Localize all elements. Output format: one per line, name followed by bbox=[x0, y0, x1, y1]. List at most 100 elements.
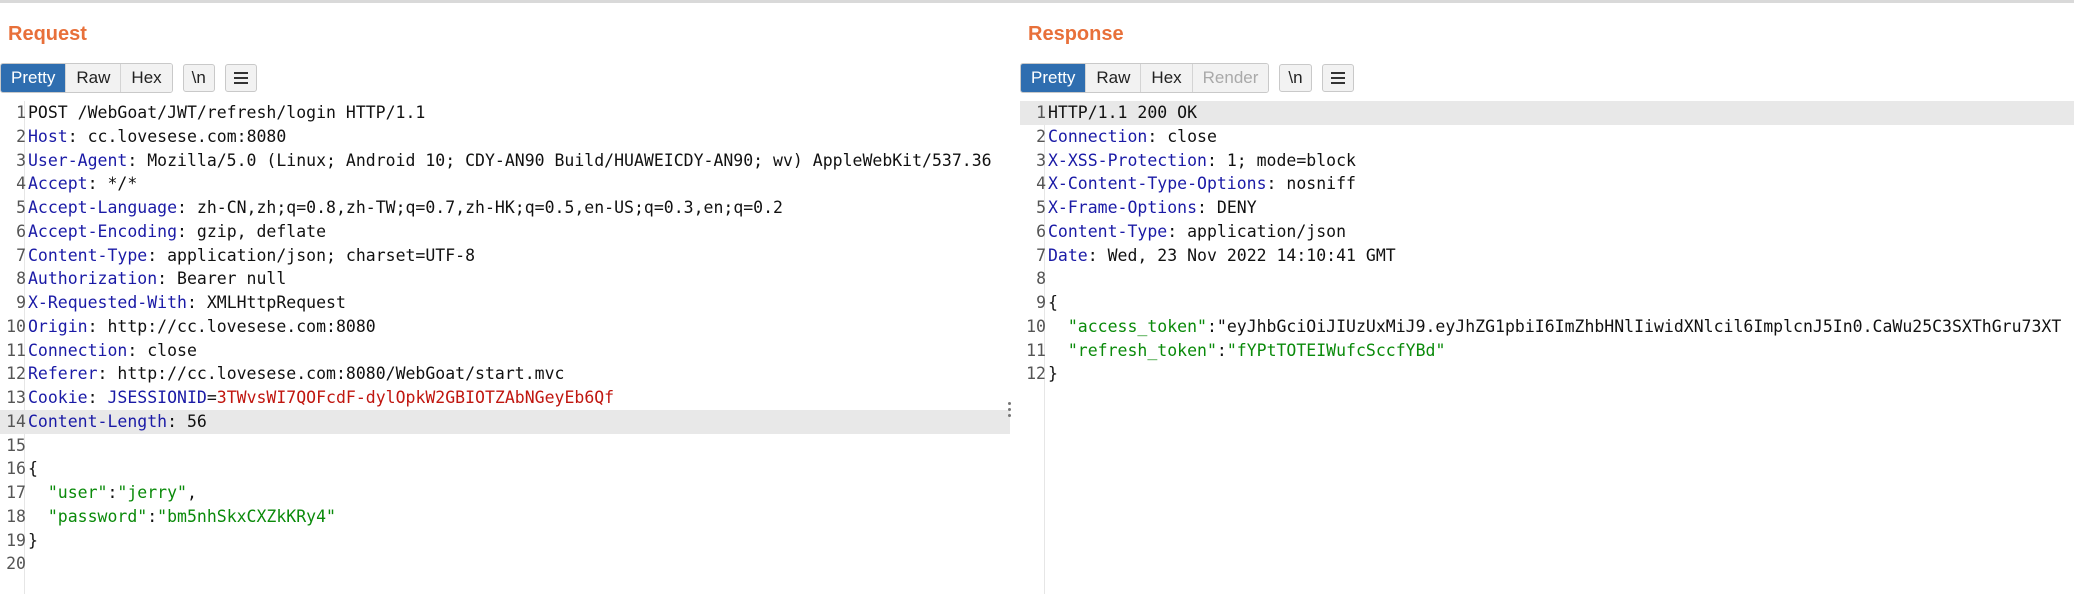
response-line-text: "access_token":"eyJhbGciOiJIUzUxMiJ9.eyJ… bbox=[1067, 316, 2062, 336]
request-view-tabs: Pretty Raw Hex bbox=[0, 63, 173, 93]
response-editor[interactable]: 1 HTTP/1.1 200 OK 2 Connection: close 3 X-XSS… bbox=[1020, 101, 2074, 594]
response-view-tabs: Pretty Raw Hex Render bbox=[1020, 63, 1270, 93]
response-title: Response bbox=[1028, 23, 1124, 45]
request-code-line: 1 POST /WebGoat/JWT/refresh/login HTTP/1.… bbox=[0, 101, 1010, 125]
line-number: 6 bbox=[1036, 221, 1046, 241]
response-toolbar: Pretty Raw Hex Render \n bbox=[1020, 63, 1354, 93]
request-code-line: 6 Accept-Encoding: gzip, deflate bbox=[0, 220, 1010, 244]
request-line-text: Connection: close bbox=[28, 340, 197, 360]
line-number: 5 bbox=[1036, 198, 1046, 217]
request-line-text: } bbox=[28, 530, 38, 550]
line-number: 8 bbox=[1036, 269, 1046, 289]
response-code-line: 3 X-XSS-Protection: 1; mode=block bbox=[1020, 149, 2074, 173]
request-editor[interactable]: 1 POST /WebGoat/JWT/refresh/login HTTP/1.… bbox=[0, 101, 1010, 594]
request-line-text: Cookie: JSESSIONID=3TWvsWI7QOFcdF-dylOpk… bbox=[28, 388, 615, 407]
response-tab-raw[interactable]: Raw bbox=[1086, 64, 1142, 92]
line-number: 4 bbox=[16, 174, 26, 194]
response-line-text: X-Frame-Options: DENY bbox=[1048, 198, 1257, 217]
response-code-line: 12} bbox=[1020, 362, 2074, 386]
response-code-line: 5 X-Frame-Options: DENY bbox=[1020, 196, 2074, 220]
response-line-text: X-Content-Type-Options: nosniff bbox=[1048, 174, 1356, 194]
line-number: 15 bbox=[6, 435, 26, 455]
menu-icon bbox=[233, 72, 248, 84]
line-number: 2 bbox=[16, 126, 26, 146]
response-code-line: 11 "refresh_token":"fYPtTOTEIWufcSccfYBd… bbox=[1020, 339, 2074, 363]
request-code-line: 8 Authorization: Bearer null bbox=[0, 267, 1010, 291]
request-line-text: Referer: http://cc.lovesese.com:8080/Web… bbox=[28, 364, 565, 384]
response-code-line: 2 Connection: close bbox=[1020, 125, 2074, 149]
request-code-line: 14 Content-Length: 56 bbox=[0, 409, 1010, 434]
line-number: 9 bbox=[1036, 293, 1046, 312]
request-line-text: Content-Type: application/json; charset=… bbox=[28, 245, 476, 265]
line-number: 12 bbox=[6, 364, 26, 384]
request-line-text: Host: cc.lovesese.com:8080 bbox=[28, 126, 287, 146]
line-number: 19 bbox=[6, 530, 26, 550]
request-code-line: 3 User-Agent: Mozilla/5.0 (Linux; Android… bbox=[0, 149, 1010, 173]
request-code-line: 19} bbox=[0, 529, 1010, 553]
line-number: 10 bbox=[1026, 316, 1046, 336]
response-line-text: Date: Wed, 23 Nov 2022 14:10:41 GMT bbox=[1048, 245, 1396, 265]
menu-icon bbox=[1330, 72, 1345, 84]
request-line-text: { bbox=[28, 459, 38, 479]
request-code-line: 12 Referer: http://cc.lovesese.com:8080/W… bbox=[0, 362, 1010, 386]
request-line-text: Accept: */* bbox=[28, 174, 138, 194]
line-number: 7 bbox=[1036, 245, 1046, 265]
request-code-line: 15 bbox=[0, 434, 1010, 458]
request-tab-pretty[interactable]: Pretty bbox=[1, 64, 67, 92]
request-tab-hex[interactable]: Hex bbox=[121, 64, 172, 92]
line-number: 1 bbox=[16, 103, 26, 122]
response-tab-render[interactable]: Render bbox=[1192, 64, 1269, 92]
response-code-line: 7 Date: Wed, 23 Nov 2022 14:10:41 GMT bbox=[1020, 244, 2074, 268]
request-code-line: 2 Host: cc.lovesese.com:8080 bbox=[0, 125, 1010, 149]
response-tab-hex[interactable]: Hex bbox=[1141, 64, 1193, 92]
response-menu-button[interactable] bbox=[1321, 64, 1354, 92]
response-line-text: { bbox=[1048, 293, 1058, 312]
line-number: 11 bbox=[1026, 340, 1046, 360]
request-code-line: 20 bbox=[0, 552, 1010, 576]
response-line-text: X-XSS-Protection: 1; mode=block bbox=[1048, 150, 1356, 170]
response-line-text: } bbox=[1048, 364, 1058, 384]
request-code-line: 17 "user":"jerry", bbox=[0, 481, 1010, 505]
request-title: Request bbox=[8, 23, 87, 45]
request-code-line: 7 Content-Type: application/json; charset… bbox=[0, 244, 1010, 268]
request-toolbar: Pretty Raw Hex \n bbox=[0, 63, 257, 93]
request-code-line: 18 "password":"bm5nhSkxCXZkKRy4" bbox=[0, 505, 1010, 529]
line-number: 11 bbox=[6, 340, 26, 360]
line-number: 5 bbox=[16, 198, 26, 217]
response-pane: Response Pretty Raw Hex Render \n 1 HTTP/… bbox=[1020, 3, 2074, 594]
request-tab-raw[interactable]: Raw bbox=[66, 64, 122, 92]
response-code-line: 10 "access_token":"eyJhbGciOiJIUzUxMiJ9.… bbox=[1020, 315, 2074, 339]
response-code-line: 4 X-Content-Type-Options: nosniff bbox=[1020, 172, 2074, 196]
request-line-text: POST /WebGoat/JWT/refresh/login HTTP/1.1 bbox=[28, 103, 426, 122]
request-pane: Request Pretty Raw Hex \n 1 POST /WebGoat… bbox=[0, 3, 1010, 594]
response-code-line: 6 Content-Type: application/json bbox=[1020, 220, 2074, 244]
request-line-text: "user":"jerry", bbox=[47, 483, 197, 502]
request-line-text: Accept-Language: zh-CN,zh;q=0.8,zh-TW;q=… bbox=[28, 198, 783, 217]
line-number: 12 bbox=[1026, 364, 1046, 384]
line-number: 20 bbox=[6, 554, 26, 574]
line-number: 14 bbox=[6, 411, 26, 431]
request-newline-toggle-button[interactable]: \n bbox=[182, 64, 215, 92]
request-line-text: User-Agent: Mozilla/5.0 (Linux; Android … bbox=[28, 150, 992, 170]
request-line-text: "password":"bm5nhSkxCXZkKRy4" bbox=[47, 506, 336, 526]
request-menu-button[interactable] bbox=[224, 64, 257, 92]
line-number: 3 bbox=[1036, 150, 1046, 170]
request-line-text: Authorization: Bearer null bbox=[28, 269, 287, 289]
response-code-line: 8 bbox=[1020, 267, 2074, 291]
line-number: 3 bbox=[16, 150, 26, 170]
line-number: 6 bbox=[16, 221, 26, 241]
response-tab-pretty[interactable]: Pretty bbox=[1021, 64, 1087, 92]
response-code-line: 9{ bbox=[1020, 291, 2074, 315]
response-line-text: HTTP/1.1 200 OK bbox=[1048, 103, 1198, 122]
response-code-line: 1 HTTP/1.1 200 OK bbox=[1020, 101, 2074, 125]
request-code-line: 11 Connection: close bbox=[0, 339, 1010, 363]
response-line-text: "refresh_token":"fYPtTOTEIWufcSccfYBd" bbox=[1067, 340, 1446, 360]
response-line-text: Connection: close bbox=[1048, 126, 1217, 146]
request-code-line: 13 Cookie: JSESSIONID=3TWvsWI7QOFcdF-dylO… bbox=[0, 386, 1010, 410]
line-number: 4 bbox=[1036, 174, 1046, 194]
response-newline-toggle-button[interactable]: \n bbox=[1279, 64, 1312, 92]
line-number: 8 bbox=[16, 269, 26, 289]
pane-splitter-handle[interactable] bbox=[1008, 402, 1012, 420]
line-number: 18 bbox=[6, 506, 26, 526]
request-code-line: 5 Accept-Language: zh-CN,zh;q=0.8,zh-TW;q… bbox=[0, 196, 1010, 220]
